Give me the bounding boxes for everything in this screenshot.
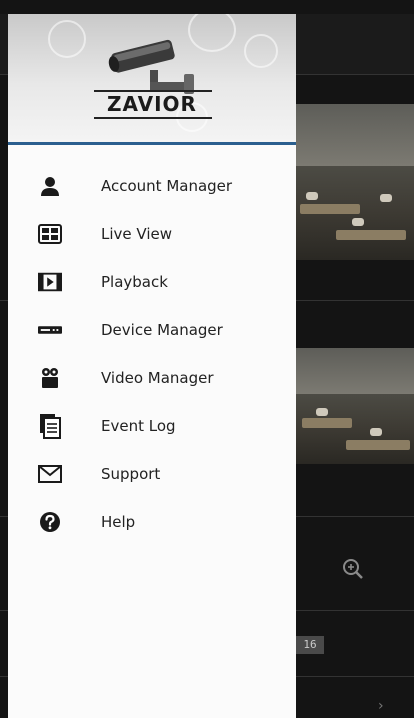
- menu-item-label: Device Manager: [101, 321, 223, 339]
- support-icon: [38, 462, 62, 486]
- channel-badge[interactable]: 16: [296, 636, 324, 654]
- decorative-bubble: [244, 34, 278, 68]
- security-camera-logo-icon: [108, 39, 194, 94]
- drawer-header: ZAVIOR: [8, 14, 296, 142]
- camera-feed-2[interactable]: [296, 348, 414, 464]
- menu-item-video-manager[interactable]: Video Manager: [8, 354, 296, 402]
- event-log-icon: [38, 414, 62, 439]
- menu-item-playback[interactable]: Playback: [8, 258, 296, 306]
- menu-item-label: Live View: [101, 225, 172, 243]
- menu-item-label: Help: [101, 513, 136, 531]
- menu-item-label: Video Manager: [101, 369, 214, 387]
- brand-logo: ZAVIOR: [107, 92, 197, 116]
- menu-item-label: Account Manager: [101, 177, 233, 195]
- decorative-bubble: [48, 20, 86, 58]
- navigation-drawer: ZAVIOR Account Manager Live View Playbac…: [8, 14, 296, 718]
- menu-item-label: Playback: [101, 273, 168, 291]
- menu-item-label: Support: [101, 465, 161, 483]
- menu-item-device-manager[interactable]: Device Manager: [8, 306, 296, 354]
- drawer-menu: Account Manager Live View Playback Devic…: [8, 162, 296, 546]
- camera-feed-1[interactable]: [296, 104, 414, 260]
- menu-item-label: Event Log: [101, 417, 176, 435]
- playback-icon: [38, 270, 62, 294]
- device-manager-icon: [38, 318, 62, 342]
- video-manager-icon: [38, 366, 62, 390]
- account-icon: [38, 174, 62, 198]
- menu-item-support[interactable]: Support: [8, 450, 296, 498]
- zoom-in-icon[interactable]: [342, 558, 364, 580]
- menu-item-account-manager[interactable]: Account Manager: [8, 162, 296, 210]
- menu-item-event-log[interactable]: Event Log: [8, 402, 296, 450]
- help-icon: [38, 510, 62, 534]
- live-view-icon: [38, 222, 62, 246]
- header-border: [8, 142, 296, 145]
- chevron-right-icon[interactable]: ›: [378, 698, 384, 714]
- logo-rule: [94, 117, 212, 119]
- menu-item-live-view[interactable]: Live View: [8, 210, 296, 258]
- menu-item-help[interactable]: Help: [8, 498, 296, 546]
